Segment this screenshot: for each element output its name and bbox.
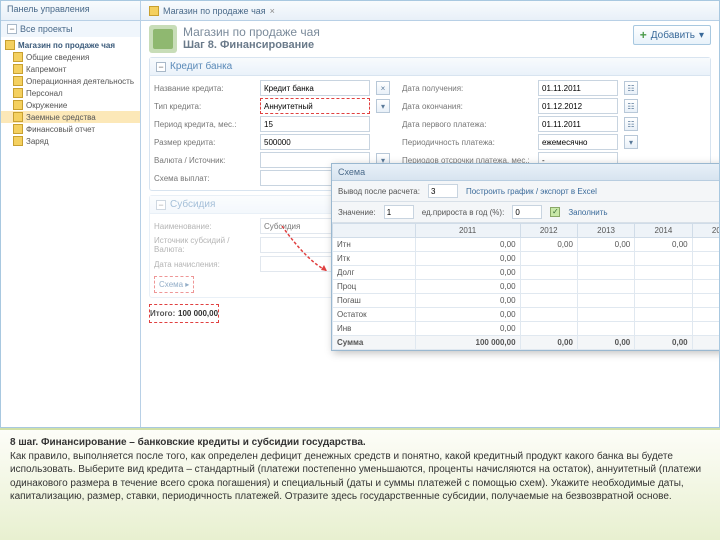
label: Валюта / Источник: xyxy=(154,156,254,165)
collapse-icon[interactable]: − xyxy=(7,24,17,34)
date-get-input[interactable] xyxy=(538,80,618,96)
tree-item[interactable]: Заряд xyxy=(1,135,140,147)
label: Тип кредита: xyxy=(154,102,254,111)
dropdown-button[interactable]: ▾ xyxy=(376,99,390,113)
section-title: Субсидия xyxy=(170,199,215,210)
plus-icon: + xyxy=(640,28,647,42)
calendar-button[interactable]: ☷ xyxy=(624,81,638,95)
folder-icon xyxy=(5,40,15,50)
page-step: Шаг 8. Финансирование xyxy=(183,39,320,51)
clear-button[interactable]: × xyxy=(376,81,390,95)
tab-label: Магазин по продаже чая xyxy=(163,6,266,16)
panel-label: Панель управления xyxy=(1,1,141,20)
period-input[interactable] xyxy=(538,134,618,150)
date-end-input[interactable] xyxy=(538,98,618,114)
tree-item-financing[interactable]: Заемные средства xyxy=(1,111,140,123)
chevron-down-icon: ▾ xyxy=(699,30,704,41)
doc-icon xyxy=(13,88,23,98)
popup-scheme: Схема Вывод после расчета: Построить гра… xyxy=(331,163,719,351)
topbar: Панель управления Магазин по продаже чая… xyxy=(1,1,719,21)
label: Название кредита: xyxy=(154,84,254,93)
doc-icon xyxy=(13,124,23,134)
excel-link[interactable]: Построить график / экспорт в Excel xyxy=(466,187,597,196)
tree-item[interactable]: Общие сведения xyxy=(1,51,140,63)
sidebar: − Все проекты Магазин по продаже чая Общ… xyxy=(1,21,141,427)
tree-item[interactable]: Капремонт xyxy=(1,63,140,75)
label: Размер кредита: xyxy=(154,138,254,147)
collapse-icon[interactable]: − xyxy=(156,62,166,72)
section-title: Кредит банка xyxy=(170,61,232,72)
date-first-input[interactable] xyxy=(538,116,618,132)
footer-heading: 8 шаг. Финансирование – банковские креди… xyxy=(10,437,366,448)
project-icon xyxy=(149,6,159,16)
sidebar-header[interactable]: − Все проекты xyxy=(1,21,140,37)
credit-type-input[interactable] xyxy=(260,98,370,114)
doc-icon xyxy=(13,76,23,86)
collapse-icon[interactable]: − xyxy=(156,200,166,210)
table-row: Итн0,000,000,000,000,00 xyxy=(333,238,720,252)
tree-root[interactable]: Магазин по продаже чая xyxy=(1,39,140,51)
measure-input[interactable] xyxy=(384,205,414,219)
total-value: 100 000,00 xyxy=(178,309,218,318)
table-row: Проц0,00 xyxy=(333,280,720,294)
label: Периодичность платежа: xyxy=(402,138,532,147)
label: Дата первого платежа: xyxy=(402,120,532,129)
label: Источник субсидий / Валюта: xyxy=(154,236,254,254)
tree-item[interactable]: Финансовый отчет xyxy=(1,123,140,135)
add-button[interactable]: +Добавить▾ xyxy=(633,25,711,45)
table-row: Остаток0,00 xyxy=(333,308,720,322)
tree-item[interactable]: Операционная деятельность xyxy=(1,75,140,87)
label: Вывод после расчета: xyxy=(338,187,420,196)
year-after-input[interactable] xyxy=(428,184,458,198)
label: Период кредита, мес.: xyxy=(154,120,254,129)
label: ед.прироста в год (%): xyxy=(422,208,505,217)
table-row: Инв0,00 xyxy=(333,322,720,336)
dropdown-button[interactable]: ▾ xyxy=(624,135,638,149)
close-icon[interactable]: × xyxy=(270,6,275,16)
calendar-button[interactable]: ☷ xyxy=(624,117,638,131)
growth-input[interactable] xyxy=(512,205,542,219)
table-row: Погаш0,00 xyxy=(333,294,720,308)
label: Значение: xyxy=(338,208,376,217)
doc-icon xyxy=(13,100,23,110)
footer-text: Как правило, выполняется после того, как… xyxy=(10,451,701,503)
content: Магазин по продаже чая Шаг 8. Финансиров… xyxy=(141,21,719,427)
scheme-link[interactable]: Схема ▸ xyxy=(159,280,189,289)
label: Схема выплат: xyxy=(154,174,254,183)
total-label: Итого: xyxy=(150,309,175,318)
label: Дата окончания: xyxy=(402,102,532,111)
check-icon[interactable]: ✓ xyxy=(550,207,560,217)
calendar-button[interactable]: ☷ xyxy=(624,99,638,113)
doc-icon xyxy=(13,112,23,122)
table-row: Итк0,00 xyxy=(333,252,720,266)
footer-note: 8 шаг. Финансирование – банковские креди… xyxy=(0,428,720,540)
table-row: Долг0,00 xyxy=(333,266,720,280)
popup-title: Схема xyxy=(332,164,719,181)
tree-item[interactable]: Окружение xyxy=(1,99,140,111)
doc-icon xyxy=(13,52,23,62)
credit-name-input[interactable] xyxy=(260,80,370,96)
label: Наименование: xyxy=(154,222,254,231)
tree-item[interactable]: Персонал xyxy=(1,87,140,99)
term-input[interactable] xyxy=(260,116,370,132)
scheme-table: 20112012201320142015 Итн0,000,000,000,00… xyxy=(332,223,719,350)
amount-input[interactable] xyxy=(260,134,370,150)
tab-project[interactable]: Магазин по продаже чая × xyxy=(141,1,283,20)
page-title: Магазин по продаже чая xyxy=(183,25,320,39)
label: Дата начисления: xyxy=(154,260,254,269)
doc-icon xyxy=(13,136,23,146)
project-logo xyxy=(149,25,177,53)
label: Дата получения: xyxy=(402,84,532,93)
doc-icon xyxy=(13,64,23,74)
fill-link[interactable]: Заполнить xyxy=(568,208,607,217)
table-row-sum: Сумма100 000,000,000,000,000,00 xyxy=(333,336,720,350)
